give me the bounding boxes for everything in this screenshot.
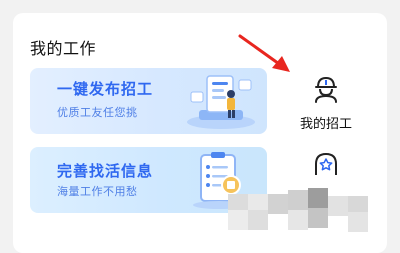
banner-title: 一键发布招工: [57, 80, 154, 98]
my-recruitment-item[interactable]: 我的招工: [285, 73, 367, 143]
banner-subtitle: 优质工友任您挑: [57, 106, 138, 119]
worker-helmet-icon: [315, 77, 337, 103]
side-item-label: 我的招工: [299, 117, 352, 132]
pixelated-watermark: [228, 188, 378, 232]
section-title: 我的工作: [30, 39, 97, 58]
side-item-star[interactable]: [313, 151, 343, 181]
star-badge-icon: [315, 152, 337, 175]
banner-title: 完善找活信息: [57, 162, 154, 180]
annotation-arrow-icon: [238, 34, 290, 72]
banner-subtitle: 海量工作不用愁: [57, 185, 138, 198]
